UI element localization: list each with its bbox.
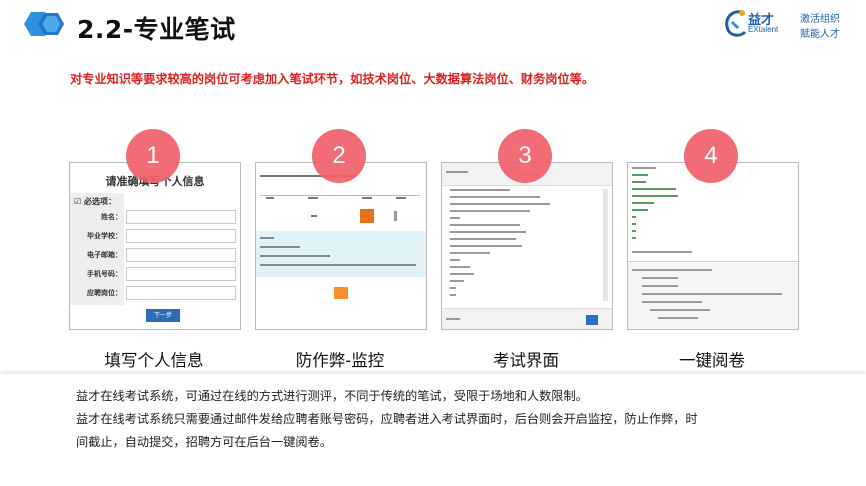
blurred-text-line: [260, 246, 300, 248]
monitor-action-button: [334, 287, 348, 299]
form-field-label: 姓名：: [101, 213, 122, 221]
form-field-input: [126, 210, 236, 224]
form-row: 应聘岗位：: [70, 285, 240, 301]
form-row: 手机号码：: [70, 266, 240, 282]
blurred-text-line: [650, 309, 710, 311]
blurred-text-line: [260, 255, 330, 257]
brand-slogan-2: 赋能人才: [800, 29, 840, 40]
blurred-text-line: [632, 209, 648, 211]
blurred-text-line: [450, 280, 464, 282]
step-badge-3: 3: [498, 129, 552, 183]
brand-slogan-1: 激活组织: [800, 14, 840, 25]
monitor-status-badge: [360, 209, 374, 223]
blurred-text-line: [446, 318, 460, 320]
blurred-text-line: [450, 217, 460, 219]
blurred-text-line: [450, 210, 530, 212]
form-field-label: 手机号码：: [87, 270, 122, 278]
brand-logo: 益才 EXtalent 激活组织 赋能人才: [722, 6, 850, 40]
blurred-text-line: [446, 171, 468, 173]
blurred-text-line: [450, 252, 490, 254]
blurred-text-line: [396, 197, 406, 199]
screenshot-anti-cheat-monitor: [255, 162, 427, 330]
blurred-text-line: [642, 293, 782, 295]
step-badge-1: 1: [126, 129, 180, 183]
blurred-text-line: [632, 269, 712, 271]
exam-submit-button: [586, 315, 598, 325]
blurred-text-line: [450, 203, 550, 205]
form-field-input: [126, 286, 236, 300]
blurred-text-line: [450, 266, 470, 268]
blurred-text-line: [632, 181, 646, 183]
blurred-text-line: [266, 197, 274, 199]
description-line-1: 益才在线考试系统，可通过在线的方式进行测评，不同于传统的笔试，受限于场地和人数限…: [76, 389, 588, 403]
form-field-input: [126, 267, 236, 281]
blurred-text-line: [632, 251, 692, 253]
blurred-text-line: [450, 238, 516, 240]
brand-mark-icon: [725, 10, 747, 37]
form-field-label: 应聘岗位：: [87, 289, 122, 297]
description-line-3: 间截止，自动提交，招聘方可在后台一键阅卷。: [76, 435, 332, 449]
blurred-text-line: [394, 211, 397, 221]
description-panel: 益才在线考试系统，可通过在线的方式进行测评，不同于传统的笔试，受限于场地和人数限…: [0, 374, 866, 486]
blurred-text-line: [450, 259, 460, 261]
blurred-text-line: [362, 197, 372, 199]
description-line-2: 益才在线考试系统只需要通过邮件发给应聘者账号密码，应聘者进入考试界面时，后台则会…: [76, 412, 698, 426]
form-field-input: [126, 229, 236, 243]
grading-separator: [628, 261, 798, 262]
blurred-text-line: [632, 188, 676, 190]
form-next-button: 下一步: [146, 309, 180, 322]
blurred-text-line: [632, 230, 636, 232]
blurred-text-line: [642, 277, 678, 279]
form-row: 电子邮箱：: [70, 247, 240, 263]
step-caption-3: 考试界面: [493, 351, 559, 370]
blurred-text-line: [632, 195, 678, 197]
table-header-rule: [260, 195, 420, 196]
subtitle: 对专业知识等要求较高的岗位可考虑加入笔试环节，如技术岗位、大数据算法岗位、财务岗…: [70, 72, 595, 86]
step-badge-4: 4: [684, 129, 738, 183]
blurred-text-line: [450, 294, 456, 296]
blurred-text-line: [450, 287, 456, 289]
blurred-text-line: [632, 174, 648, 176]
blurred-text-line: [450, 273, 474, 275]
blurred-text-line: [450, 231, 526, 233]
form-row: 姓名：: [70, 209, 240, 225]
blurred-text-line: [658, 317, 698, 319]
step-caption-2: 防作弊-监控: [295, 351, 385, 370]
step-caption-1: 填写个人信息: [104, 351, 204, 370]
blurred-text-line: [260, 264, 416, 266]
blurred-text-line: [450, 196, 540, 198]
blurred-text-line: [642, 301, 702, 303]
blurred-text-line: [632, 202, 654, 204]
step-caption-4: 一键阅卷: [679, 351, 745, 370]
blurred-text-line: [450, 224, 520, 226]
form-field-label: 毕业学校：: [87, 232, 122, 240]
blurred-text-line: [311, 215, 317, 217]
exam-bottom-bar: [442, 308, 612, 329]
form-required-label: ☑ 必选项：: [74, 197, 116, 206]
screenshot-exam-interface: [441, 162, 613, 330]
form-field-label: 电子邮箱：: [87, 251, 122, 259]
form-row: 毕业学校：: [70, 228, 240, 244]
blurred-text-line: [260, 237, 274, 239]
page-title: 2.2-专业笔试: [77, 15, 236, 44]
step-badge-2: 2: [312, 129, 366, 183]
screenshot-one-click-grading: [627, 162, 799, 330]
screenshot-personal-info-form: 请准确填写个人信息 ☑ 必选项： 姓名： 毕业学校： 电子邮箱： 手机号码： 应…: [69, 162, 241, 330]
blurred-text-line: [308, 197, 318, 199]
hexagon-logo-icon: [24, 12, 64, 36]
grading-code-panel: [628, 263, 798, 329]
blurred-text-line: [642, 285, 678, 287]
blurred-text-line: [450, 245, 522, 247]
form-field-input: [126, 248, 236, 262]
blurred-text-line: [632, 216, 636, 218]
exam-scrollbar: [603, 189, 608, 301]
brand-name-en: EXtalent: [748, 25, 779, 34]
blurred-text-line: [450, 189, 510, 191]
blurred-text-line: [632, 223, 636, 225]
monitor-log-panel: [256, 231, 426, 277]
blurred-text-line: [632, 237, 636, 239]
blurred-text-line: [632, 167, 656, 169]
